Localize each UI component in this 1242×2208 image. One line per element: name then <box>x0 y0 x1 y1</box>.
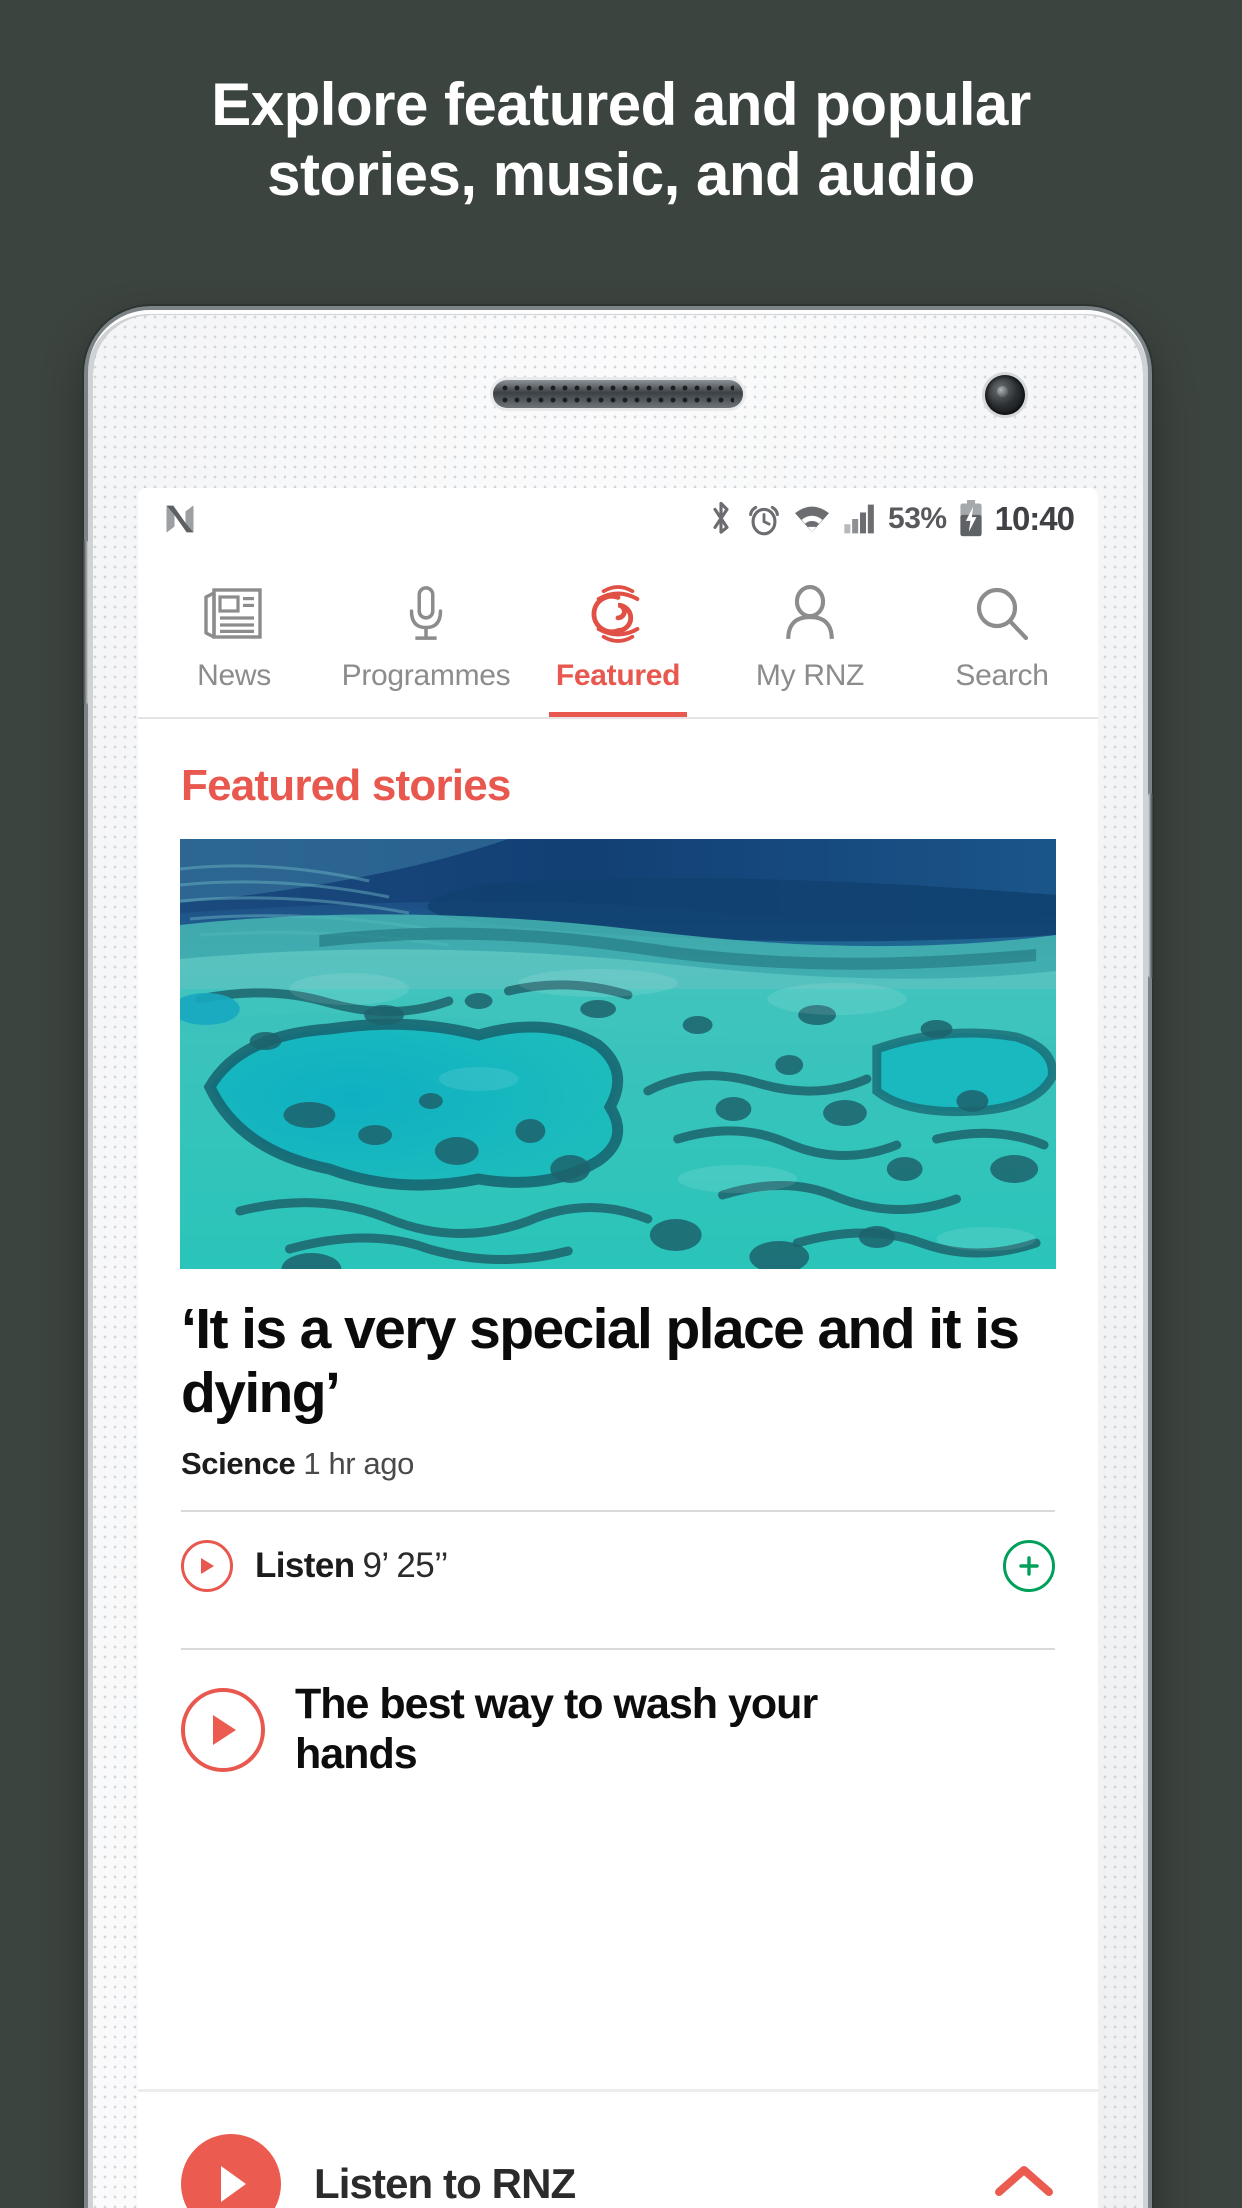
rnz-spiral-logo-icon <box>591 583 645 645</box>
charging-battery-icon <box>958 500 984 538</box>
chevron-up-icon[interactable] <box>993 2162 1055 2205</box>
earpiece-speaker <box>493 380 743 408</box>
tab-programmes-label: Programmes <box>341 659 511 692</box>
tab-my-rnz[interactable]: My RNZ <box>714 550 906 717</box>
listen-label: Listen <box>255 1545 355 1585</box>
tab-search-label: Search <box>955 659 1049 692</box>
player-title: Listen to RNZ <box>314 2159 576 2207</box>
audio-item-title: The best way to wash your hands <box>295 1679 818 1778</box>
player-bar[interactable]: Listen to RNZ <box>138 2089 1098 2208</box>
article-category[interactable]: Science <box>181 1446 296 1481</box>
hero-photo[interactable] <box>180 839 1056 1269</box>
tab-search[interactable]: Search <box>906 550 1098 717</box>
wifi-icon <box>792 502 832 536</box>
add-to-playlist-plus-icon[interactable] <box>1003 1539 1055 1592</box>
listen-play-icon[interactable] <box>181 1539 233 1592</box>
featured-content: Featured stories ‘It is a very special p… <box>138 719 1098 1814</box>
audio-list-item[interactable]: The best way to wash your hands <box>138 1650 1098 1814</box>
alarm-icon <box>747 501 781 537</box>
listen-duration: 9’ 25’’ <box>362 1545 448 1585</box>
article-timestamp: 1 hr ago <box>303 1445 414 1481</box>
bluetooth-icon <box>706 501 736 537</box>
article-meta: Science 1 hr ago <box>138 1426 1098 1482</box>
status-bar: 53% 10:40 <box>138 488 1098 550</box>
right-side-button[interactable] <box>1148 793 1154 978</box>
front-camera <box>985 375 1025 415</box>
tab-featured[interactable]: Featured <box>522 550 714 717</box>
main-tab-bar: News Programmes Featured My RNZ Search <box>138 550 1098 719</box>
tab-news[interactable]: News <box>138 550 330 717</box>
search-icon <box>974 583 1030 645</box>
phone-device-mockup: 53% 10:40 News Programmes Featured My RN… <box>82 310 1154 2208</box>
battery-percent-label: 53% <box>888 502 947 535</box>
player-play-icon[interactable] <box>181 2133 281 2208</box>
coral-reef-illustration <box>180 839 1056 1269</box>
clock-label: 10:40 <box>994 500 1075 537</box>
status-bar-left <box>160 499 200 539</box>
listen-row[interactable]: Listen 9’ 25’’ <box>138 1512 1098 1620</box>
screenshot-root: Explore featured and popular stories, mu… <box>0 0 1242 2208</box>
tab-news-label: News <box>197 659 271 692</box>
android-nougat-logo-icon <box>160 499 200 539</box>
person-icon <box>783 583 837 645</box>
tab-programmes[interactable]: Programmes <box>330 550 522 717</box>
status-bar-right: 53% 10:40 <box>706 500 1075 538</box>
phone-screen: 53% 10:40 News Programmes Featured My RN… <box>138 488 1098 2208</box>
tab-featured-label: Featured <box>555 659 681 692</box>
newspaper-icon <box>204 583 264 645</box>
audio-item-play-icon[interactable] <box>181 1687 265 1772</box>
section-title: Featured stories <box>181 761 511 810</box>
article-headline[interactable]: ‘It is a very special place and it is dy… <box>138 1269 1098 1426</box>
listen-label-group: Listen 9’ 25’’ <box>255 1546 448 1586</box>
promo-headline: Explore featured and popular stories, mu… <box>0 70 1242 209</box>
cellular-signal-icon <box>843 502 877 536</box>
tab-my-rnz-label: My RNZ <box>755 659 865 692</box>
left-side-button[interactable] <box>82 540 88 705</box>
promo-headline-line-1: Explore featured and popular <box>211 71 1031 138</box>
microphone-icon <box>401 583 451 645</box>
promo-headline-line-2: stories, music, and audio <box>267 140 975 208</box>
